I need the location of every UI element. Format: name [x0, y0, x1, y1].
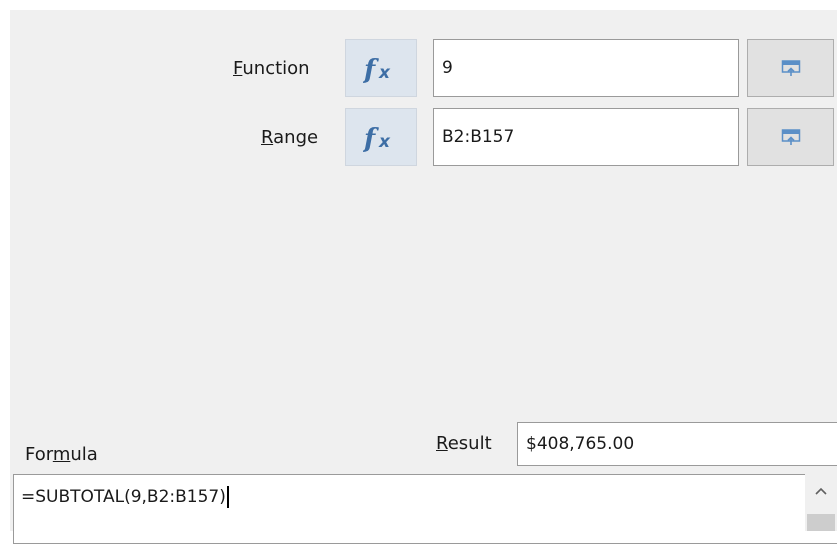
range-arg-shrink-button[interactable] [747, 108, 834, 166]
formula-text: =SUBTOTAL(9,B2:B157) [21, 486, 229, 508]
range-arg-label: Range [261, 127, 319, 148]
range-arg-fx-button[interactable]: f x [345, 108, 417, 166]
svg-text:f: f [363, 124, 379, 152]
range-arg-input[interactable]: B2:B157 [433, 108, 739, 166]
formula-label: Formula [25, 444, 98, 465]
scroll-thumb[interactable] [807, 514, 835, 531]
result-field: $408,765.00 [517, 422, 837, 466]
scroll-up-button[interactable] [805, 480, 837, 502]
chevron-up-icon [815, 487, 827, 495]
function-wizard-icon: f x [363, 55, 391, 83]
shrink-dialog-icon [781, 60, 800, 76]
svg-text:x: x [378, 132, 391, 152]
text-caret [226, 486, 229, 508]
function-wizard-icon: f x [363, 124, 391, 152]
function-arg-fx-button[interactable]: f x [345, 39, 417, 97]
formula-scrollbar[interactable] [805, 474, 837, 531]
function-arg-input[interactable]: 9 [433, 39, 739, 97]
shrink-dialog-icon [781, 129, 800, 145]
formula-editor[interactable]: =SUBTOTAL(9,B2:B157) [13, 474, 837, 544]
function-arg-label: Function [233, 58, 310, 79]
svg-text:f: f [363, 55, 379, 83]
svg-text:x: x [378, 63, 391, 83]
result-label: Result [436, 433, 492, 454]
function-arg-shrink-button[interactable] [747, 39, 834, 97]
